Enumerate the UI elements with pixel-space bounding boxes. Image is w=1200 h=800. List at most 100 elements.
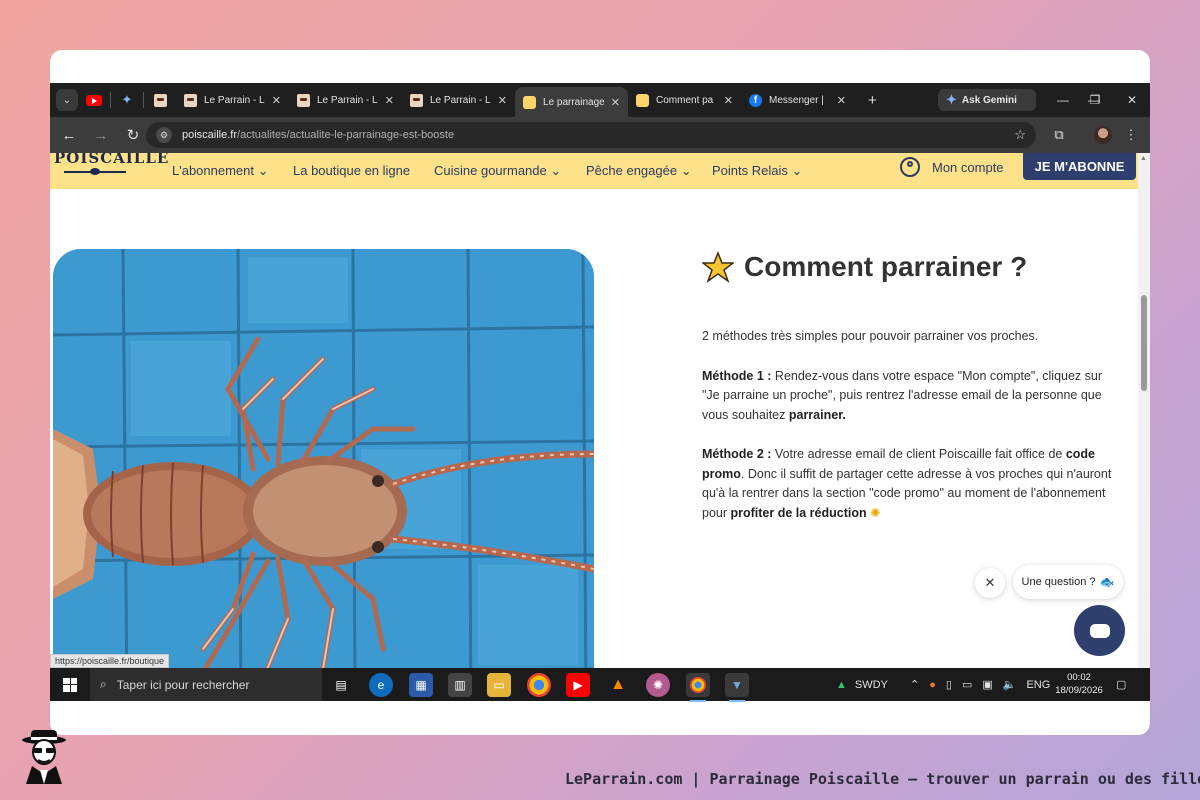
app-icon[interactable]: ✺ — [646, 673, 670, 697]
pinned-tab-leparrain[interactable] — [144, 83, 176, 117]
method-1-bold: parrainer. — [788, 407, 846, 422]
stock-ticker: SWDY — [854, 678, 888, 691]
poiscaille-favicon — [523, 95, 536, 109]
poiscaille-logo[interactable]: POISCAILLE — [54, 153, 169, 167]
stock-widget[interactable]: ▲ SWDY — [836, 668, 888, 701]
chevron-up-icon[interactable]: ⌃ — [910, 678, 919, 691]
leparrain-favicon — [297, 93, 310, 107]
tab-title: Le Parrain - L — [317, 94, 378, 106]
method-1-paragraph: Méthode 1 : Rendez-vous dans votre espac… — [702, 367, 1122, 426]
sun-icon: ✺ — [870, 505, 881, 520]
more-menu-icon[interactable]: ⋮ — [1118, 122, 1144, 148]
chat-prompt-label: Une question ? — [1021, 576, 1096, 588]
network-icon[interactable]: ▭ — [962, 678, 972, 691]
chrome-icon[interactable] — [527, 673, 551, 697]
app-icon[interactable]: ▼ — [725, 673, 749, 702]
close-tab-icon[interactable]: ✕ — [272, 94, 281, 107]
ask-gemini-button[interactable]: ✦ Ask Gemini — [938, 89, 1036, 111]
logo-fish-icon — [64, 168, 126, 175]
nav-boutique[interactable]: La boutique en ligne — [293, 163, 410, 178]
update-icon[interactable]: ● — [929, 679, 936, 691]
chevron-down-icon: ⌄ — [257, 163, 269, 178]
new-tab-icon[interactable]: + — [868, 92, 877, 109]
forward-icon[interactable]: → — [86, 120, 116, 150]
close-window-icon[interactable]: ✕ — [1114, 83, 1150, 117]
back-icon[interactable]: ← — [54, 120, 84, 150]
leparrain-mascot-logo — [22, 730, 66, 784]
volume-icon[interactable]: 🔈 — [1003, 678, 1017, 691]
power-icon[interactable]: ▣ — [982, 678, 992, 691]
file-explorer-icon[interactable]: ▭ — [487, 673, 511, 697]
youtube-icon — [86, 94, 102, 106]
browser-toolbar: ← → ↻ ⚙ poiscaille.fr/actualites/actuali… — [50, 117, 1150, 153]
browser-tab[interactable]: Le Parrain - L ✕ — [176, 83, 289, 117]
bookmark-star-icon[interactable]: ☆ — [1014, 127, 1026, 143]
method-2-bold-b: profiter de la réduction — [730, 505, 867, 520]
screenshot-card: ⌄ ✦ Le Parrain - L ✕ Le Parrain - L ✕ Le… — [50, 50, 1150, 735]
site-info-icon[interactable]: ⚙ — [156, 127, 172, 143]
nav-label: Points Relais — [712, 163, 788, 178]
pinned-tab-youtube[interactable] — [78, 83, 110, 117]
nav-abonnement[interactable]: L'abonnement ⌄ — [172, 163, 269, 179]
account-link[interactable]: Mon compte — [900, 157, 1004, 177]
pinned-tab-gemini[interactable]: ✦ — [111, 83, 143, 117]
gemini-icon: ✦ — [121, 92, 133, 107]
chat-prompt-bubble[interactable]: Une question ? 🐟 — [1013, 565, 1123, 599]
page-scrollbar[interactable]: ▲ ▼ — [1138, 153, 1150, 701]
taskbar-search-box[interactable]: ⌕ Taper ici pour rechercher — [90, 668, 322, 701]
store-icon[interactable]: ▦ — [409, 673, 433, 697]
vlc-icon[interactable]: ▲ — [606, 673, 630, 697]
nav-points-relais[interactable]: Points Relais ⌄ — [712, 163, 802, 179]
profile-avatar[interactable] — [1090, 122, 1116, 148]
extensions-icon[interactable]: ⧉ — [1046, 122, 1072, 148]
restore-icon[interactable]: ❐ — [1077, 83, 1113, 117]
browser-tab[interactable]: Le Parrain - L ✕ — [289, 83, 402, 117]
reload-icon[interactable]: ↻ — [118, 120, 148, 150]
user-icon — [900, 157, 920, 177]
browser-tab[interactable]: Comment pa ✕ — [628, 83, 741, 117]
address-bar[interactable]: ⚙ poiscaille.fr/actualites/actualite-le-… — [146, 122, 1036, 148]
close-tab-icon[interactable]: ✕ — [611, 96, 620, 109]
nav-peche[interactable]: Pêche engagée ⌄ — [586, 163, 692, 179]
edge-icon[interactable]: e — [369, 673, 393, 697]
nav-label: Pêche engagée — [586, 163, 678, 178]
account-label: Mon compte — [932, 159, 1004, 175]
scrollbar-thumb[interactable] — [1141, 295, 1147, 391]
tab-title: Le Parrain - L — [204, 94, 265, 106]
browser-tab[interactable]: Le Parrain - L ✕ — [402, 83, 515, 117]
tab-search-button[interactable]: ⌄ — [56, 89, 78, 111]
chevron-down-icon: ⌄ — [680, 163, 692, 178]
taskbar-clock[interactable]: 00:02 18/09/2026 — [1054, 671, 1104, 697]
windows-taskbar: ⌕ Taper ici pour rechercher ▤ e ▦ ▥ ▭ ▶ … — [50, 668, 1150, 702]
close-tab-icon[interactable]: ✕ — [498, 94, 507, 107]
lobster-photo — [53, 249, 594, 701]
search-icon: ⌕ — [100, 677, 107, 691]
method-2-label: Méthode 2 : — [702, 447, 772, 461]
tab-title: Comment pa — [656, 94, 714, 106]
browser-tab-active[interactable]: Le parrainage ✕ — [515, 87, 628, 117]
chrome-profile-icon[interactable] — [686, 673, 710, 702]
browser-tab[interactable]: f Messenger | ✕ — [741, 83, 854, 117]
scroll-up-icon[interactable]: ▲ — [1140, 155, 1147, 162]
minimize-icon[interactable]: — — [1045, 83, 1081, 117]
web-page: POISCAILLE L'abonnement ⌄ La boutique en… — [50, 153, 1138, 701]
fish-icon: 🐟 — [1099, 575, 1115, 589]
language-indicator[interactable]: ENG — [1026, 679, 1050, 691]
ask-gemini-label: Ask Gemini — [961, 94, 1017, 106]
youtube-icon[interactable]: ▶ — [566, 673, 590, 697]
battery-icon[interactable]: ▯ — [946, 678, 952, 691]
close-tab-icon[interactable]: ✕ — [724, 94, 733, 107]
windows-start-icon[interactable] — [63, 677, 77, 692]
chat-close-button[interactable]: ✕ — [975, 568, 1005, 598]
url-host: poiscaille.fr — [182, 129, 238, 141]
close-tab-icon[interactable]: ✕ — [837, 94, 846, 107]
url-text: poiscaille.fr/actualites/actualite-le-pa… — [182, 129, 454, 141]
nav-cuisine[interactable]: Cuisine gourmande ⌄ — [434, 163, 561, 179]
notifications-icon[interactable]: ▢ — [1116, 668, 1126, 701]
chat-launcher-button[interactable] — [1074, 605, 1125, 656]
app-icon[interactable]: ▥ — [448, 673, 472, 697]
task-view-icon[interactable]: ▤ — [329, 673, 353, 697]
subscribe-button[interactable]: JE M'ABONNE — [1023, 153, 1136, 180]
close-tab-icon[interactable]: ✕ — [385, 94, 394, 107]
footer-caption: LeParrain.com | Parrainage Poiscaille — … — [565, 770, 1200, 788]
